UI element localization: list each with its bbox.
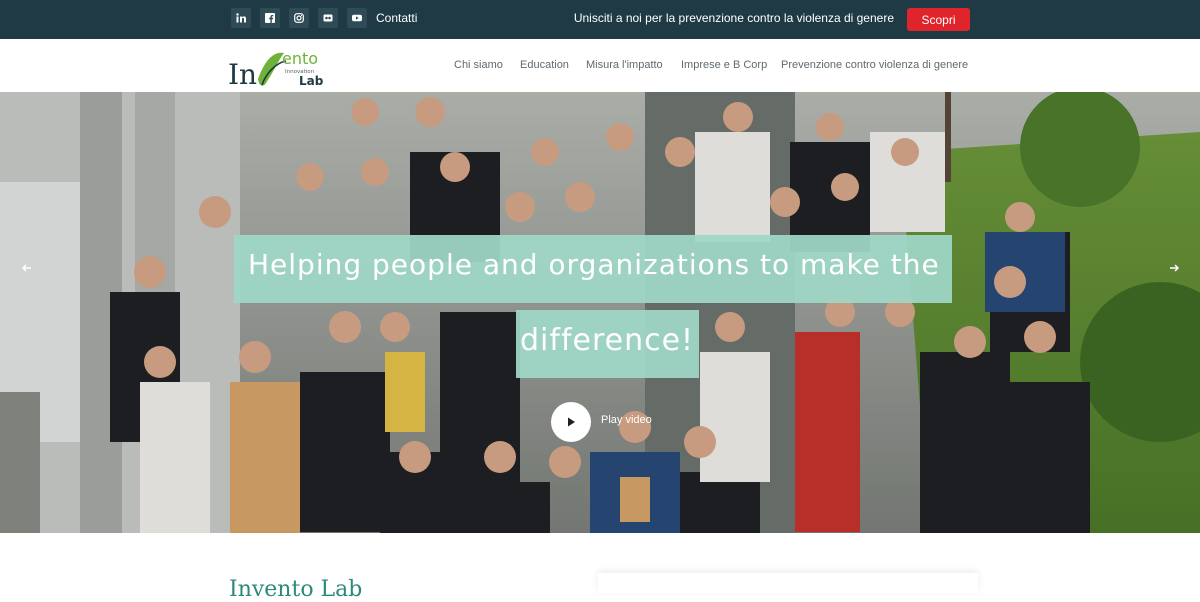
- flickr-icon[interactable]: [318, 8, 338, 28]
- nav-chi-siamo[interactable]: Chi siamo: [454, 59, 503, 71]
- nav-misura-impatto[interactable]: Misura l'impatto: [586, 59, 663, 71]
- youtube-icon[interactable]: [347, 8, 367, 28]
- card-top-edge: [598, 573, 978, 593]
- hero-headline-line-2: difference!: [520, 323, 695, 358]
- play-video-button[interactable]: [551, 402, 591, 442]
- section-heading: Invento Lab: [229, 577, 363, 602]
- play-video-label[interactable]: Play video: [601, 414, 652, 426]
- instagram-icon[interactable]: [289, 8, 309, 28]
- hero-headline-line-1: Helping people and organizations to make…: [248, 248, 940, 281]
- nav-prevenzione[interactable]: Prevenzione contro violenza di genere: [781, 59, 968, 71]
- discover-button[interactable]: Scopri: [907, 8, 970, 31]
- content-section: Invento Lab: [0, 533, 1200, 602]
- slider-prev-arrow-icon[interactable]: [17, 258, 37, 278]
- play-icon: [568, 417, 575, 427]
- linkedin-icon[interactable]: [231, 8, 251, 28]
- top-bar: Contatti Unisciti a noi per la prevenzio…: [0, 0, 1200, 39]
- nav-imprese-bcorp[interactable]: Imprese e B Corp: [681, 59, 767, 71]
- site-header: In ento Innovation Lab Chi siamo Educati…: [0, 39, 1200, 92]
- promo-text: Unisciti a noi per la prevenzione contro…: [573, 11, 894, 25]
- contact-link[interactable]: Contatti: [376, 11, 417, 25]
- slider-next-arrow-icon[interactable]: [1164, 258, 1184, 278]
- hero-slider: Helping people and organizations to make…: [0, 92, 1200, 533]
- facebook-icon[interactable]: [260, 8, 280, 28]
- svg-text:Lab: Lab: [299, 74, 324, 88]
- main-nav: Chi siamo Education Misura l'impatto Imp…: [0, 59, 1200, 73]
- nav-education[interactable]: Education: [520, 59, 569, 71]
